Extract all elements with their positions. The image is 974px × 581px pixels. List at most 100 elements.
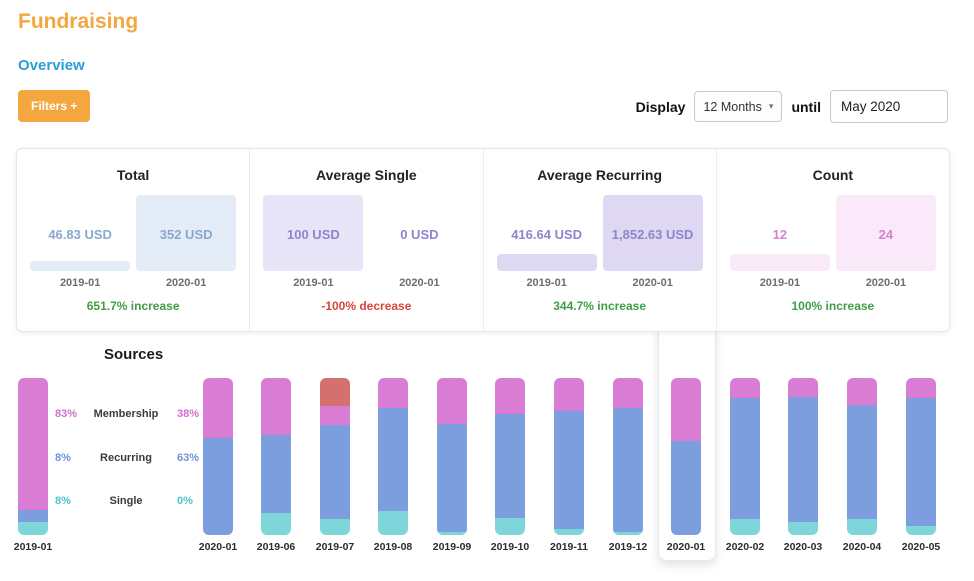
curr-date-label: 2020-01 (369, 277, 469, 289)
display-select[interactable]: 12 Months ▾ (694, 91, 782, 122)
until-date-input[interactable] (830, 90, 948, 123)
stat-column-count: Count 12 24 2019-01 2020-01 100% increas… (717, 149, 949, 331)
bar-stack[interactable] (495, 378, 525, 535)
bar-segment-membership[interactable] (203, 378, 233, 438)
bar-segment-membership[interactable] (847, 378, 877, 405)
stat-column-total: Total 46.83 USD 352 USD 2019-01 2020-01 … (17, 149, 250, 331)
bar-stack[interactable] (203, 378, 233, 535)
bar-segment-recurring[interactable] (261, 435, 291, 514)
bar-segment-single[interactable] (320, 519, 350, 535)
bar-stack[interactable] (261, 378, 291, 535)
bar-stack[interactable] (906, 378, 936, 535)
bar-segment-membership[interactable] (554, 378, 584, 411)
bar-stack[interactable] (320, 378, 350, 535)
bar-segment-single[interactable] (788, 522, 818, 535)
bar-stack[interactable] (18, 378, 48, 535)
prev-value: 100 USD (263, 227, 363, 242)
bar-segment-membership[interactable] (18, 378, 48, 510)
prev-value: 12 (730, 227, 830, 242)
stacked-bar-2019-11[interactable]: 2019-11 (554, 378, 584, 535)
bar-stack[interactable] (613, 378, 643, 535)
bar-segment-membership[interactable] (320, 406, 350, 425)
change-badge: 651.7% increase (17, 299, 249, 313)
bar-segment-recurring[interactable] (671, 441, 701, 535)
stat-mini-chart: 12 24 (717, 195, 949, 271)
stacked-bar-2019-09[interactable]: 2019-09 (437, 378, 467, 535)
bar-segment-single[interactable] (437, 532, 467, 535)
bar-date-label: 2019-08 (374, 541, 413, 553)
bar-segment-recurring[interactable] (18, 510, 48, 523)
stacked-bar-2019-07[interactable]: 2019-07 (320, 378, 350, 535)
stacked-bar-2019-12[interactable]: 2019-12 (613, 378, 643, 535)
overview-link[interactable]: Overview (18, 57, 85, 74)
bar-segment-recurring[interactable] (203, 438, 233, 535)
bar-stack[interactable] (378, 378, 408, 535)
bar-segment-single[interactable] (554, 529, 584, 535)
bar-date-label: 2019-09 (433, 541, 472, 553)
chevron-down-icon: ▾ (769, 101, 774, 112)
stacked-bar-2020-01[interactable]: 2020-01 (203, 378, 233, 535)
bar-segment-single[interactable] (847, 519, 877, 535)
bar-segment-recurring[interactable] (554, 411, 584, 529)
filters-button[interactable]: Filters + (18, 90, 90, 122)
bar-stack[interactable] (554, 378, 584, 535)
bar-segment-single[interactable] (495, 518, 525, 535)
prev-date-label: 2019-01 (730, 277, 830, 289)
bar-segment-recurring[interactable] (906, 398, 936, 525)
bar-date-label: 2019-12 (609, 541, 648, 553)
bar-segment-membership[interactable] (261, 378, 291, 435)
bar-stack[interactable] (730, 378, 760, 535)
stat-mini-chart: 416.64 USD 1,852.63 USD (484, 195, 716, 271)
bar-date-label: 2020-05 (902, 541, 941, 553)
bar-stack[interactable] (847, 378, 877, 535)
bar-segment-recurring[interactable] (847, 405, 877, 520)
prev-mini-bar[interactable] (730, 254, 830, 271)
bar-date-label: 2019-07 (316, 541, 355, 553)
bar-segment-membership[interactable] (906, 378, 936, 398)
bar-segment-membership[interactable] (730, 378, 760, 398)
bar-date-label: 2019-10 (491, 541, 530, 553)
stat-column-average-single: Average Single 100 USD 0 USD 2019-01 202… (250, 149, 483, 331)
bar-segment-other[interactable] (320, 378, 350, 406)
bar-segment-recurring[interactable] (320, 425, 350, 519)
bar-segment-single[interactable] (261, 513, 291, 535)
bar-segment-single[interactable] (613, 532, 643, 535)
bar-segment-membership[interactable] (613, 378, 643, 408)
bar-segment-membership[interactable] (378, 378, 408, 408)
bar-segment-recurring[interactable] (495, 414, 525, 518)
bar-segment-single[interactable] (906, 526, 936, 535)
stacked-bar-2019-08[interactable]: 2019-08 (378, 378, 408, 535)
bar-segment-single[interactable] (378, 511, 408, 535)
bar-stack[interactable] (437, 378, 467, 535)
bar-stack[interactable] (788, 378, 818, 535)
bar-segment-recurring[interactable] (378, 408, 408, 512)
bar-segment-recurring[interactable] (788, 397, 818, 523)
bar-segment-membership[interactable] (671, 378, 701, 441)
curr-value: 352 USD (136, 227, 236, 242)
bar-segment-membership[interactable] (437, 378, 467, 424)
stacked-bar-2020-01-highlighted[interactable]: 2020-01 (671, 378, 701, 535)
bar-date-label: 2019-06 (257, 541, 296, 553)
bar-segment-recurring[interactable] (613, 408, 643, 532)
stacked-bar-2019-01[interactable]: 2019-01 (18, 378, 48, 535)
stat-title: Average Recurring (484, 167, 716, 183)
stacked-bar-2020-05[interactable]: 2020-05 (906, 378, 936, 535)
stacked-bar-2019-10[interactable]: 2019-10 (495, 378, 525, 535)
prev-mini-bar[interactable] (30, 261, 130, 271)
bar-stack[interactable] (671, 378, 701, 535)
stacked-bar-2020-04[interactable]: 2020-04 (847, 378, 877, 535)
prev-date-label: 2019-01 (30, 277, 130, 289)
change-badge: 100% increase (717, 299, 949, 313)
bar-segment-recurring[interactable] (730, 398, 760, 519)
stacked-bar-2020-03[interactable]: 2020-03 (788, 378, 818, 535)
bar-segment-membership[interactable] (495, 378, 525, 414)
sources-chart: 2019-01 2020-01 2019-06 2019-07 2019-08 2019-… (0, 378, 974, 581)
display-controls: Display 12 Months ▾ until (636, 90, 948, 123)
stacked-bar-2019-06[interactable]: 2019-06 (261, 378, 291, 535)
stacked-bar-2020-02[interactable]: 2020-02 (730, 378, 760, 535)
bar-segment-recurring[interactable] (437, 424, 467, 532)
bar-segment-single[interactable] (18, 522, 48, 535)
bar-segment-membership[interactable] (788, 378, 818, 397)
bar-segment-single[interactable] (730, 519, 760, 535)
prev-mini-bar[interactable] (497, 254, 597, 271)
